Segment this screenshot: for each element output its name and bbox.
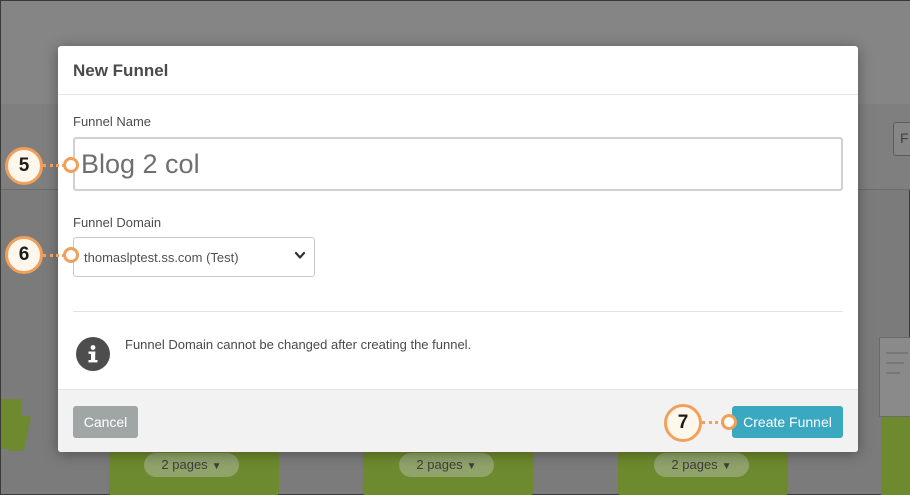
divider <box>73 311 843 312</box>
modal-header: New Funnel <box>58 46 858 95</box>
pages-dropdown: 2 pages ▼ <box>144 453 239 477</box>
caret-down-icon: ▼ <box>211 461 222 472</box>
funnel-name-input[interactable] <box>73 137 843 191</box>
step-marker <box>63 247 79 263</box>
cancel-button[interactable]: Cancel <box>73 406 138 438</box>
caret-down-icon: ▼ <box>721 461 732 472</box>
funnel-domain-select[interactable]: thomaslptest.ss.com (Test) <box>73 237 315 277</box>
pages-dropdown: 2 pages ▼ <box>654 453 749 477</box>
chevron-down-icon <box>294 251 306 259</box>
modal-title: New Funnel <box>73 61 169 80</box>
funnel-domain-selected-value: thomaslptest.ss.com (Test) <box>84 250 239 265</box>
step-connector <box>43 254 65 257</box>
step-marker <box>721 414 737 430</box>
info-icon <box>76 337 110 371</box>
funnel-domain-label: Funnel Domain <box>73 215 162 230</box>
funnel-name-label: Funnel Name <box>73 114 152 129</box>
background-filter-input: F <box>893 122 910 156</box>
step-badge-6: 6 <box>5 236 43 274</box>
modal-footer: Cancel Create Funnel <box>58 389 858 452</box>
step-connector <box>43 164 65 167</box>
step-marker <box>63 157 79 173</box>
caret-down-icon: ▼ <box>466 461 477 472</box>
info-message: Funnel Domain cannot be changed after cr… <box>125 337 472 352</box>
background-page-thumbnail <box>879 337 910 417</box>
step-badge-5: 5 <box>5 147 43 185</box>
create-funnel-button[interactable]: Create Funnel <box>732 406 843 438</box>
step-badge-7: 7 <box>664 404 702 442</box>
pages-dropdown: 2 pages ▼ <box>399 453 494 477</box>
new-funnel-modal: New Funnel Funnel Name Funnel Domain tho… <box>58 46 858 452</box>
